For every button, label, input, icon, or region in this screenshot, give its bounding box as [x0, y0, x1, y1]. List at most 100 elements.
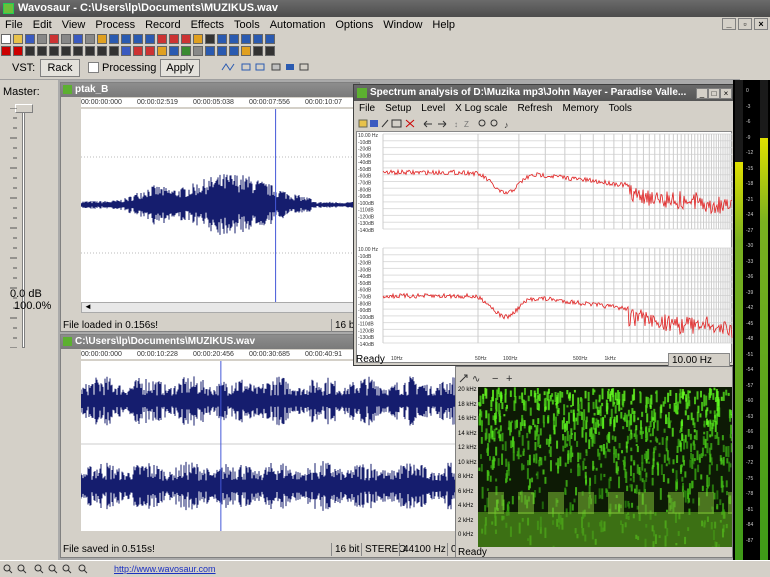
window-muzikus[interactable]: C:\Users\lp\Documents\MUZIKUS.wav 00:00:…: [60, 334, 460, 558]
transport-tool-icon-14[interactable]: [169, 46, 179, 56]
vu-meter-panel: 0 -3 -6 -9 -12 -15 -18 -21 -24 -27 -30 -33 -36 -39 -42…: [733, 80, 770, 560]
website-link[interactable]: http://www.wavosaur.com: [114, 564, 216, 574]
maximize-button[interactable]: ▫: [738, 18, 752, 30]
transport-tool-icon-9[interactable]: [109, 46, 119, 56]
main-tool-icon-8[interactable]: [97, 34, 107, 44]
transport-tool-icon-7[interactable]: [85, 46, 95, 56]
transport-tool-icon-13[interactable]: [157, 46, 167, 56]
spectrum-db-label: -110dB: [358, 208, 374, 214]
ptak-time-4: 00:00:10:07: [305, 99, 342, 106]
spectrum-maximize-button[interactable]: □: [708, 88, 720, 99]
main-tool-icon-11[interactable]: [133, 34, 143, 44]
spectrum-db-label: -130dB: [358, 335, 375, 341]
window-spectrum[interactable]: Spectrum analysis of D:\Muzika mp3\John …: [353, 84, 735, 368]
main-tool-icon-7[interactable]: [85, 34, 95, 44]
sonogram-freq-label: 20 kHz: [458, 387, 477, 393]
window-ptak[interactable]: ptak_B 00:00:00:000 00:00:02:519 00:00:0…: [60, 82, 360, 332]
ptak-time-1: 00:00:02:519: [137, 99, 178, 106]
spectrum-menu-tools[interactable]: Tools: [604, 102, 637, 116]
main-tool-icon-15[interactable]: [181, 34, 191, 44]
main-tool-icon-22[interactable]: [265, 34, 275, 44]
window-muzikus-title: C:\Users\lp\Documents\MUZIKUS.wav: [75, 336, 256, 347]
transport-tool-icon-2[interactable]: [25, 46, 35, 56]
main-tool-icon-6[interactable]: [73, 34, 83, 44]
transport-tool-icon-8[interactable]: [97, 46, 107, 56]
main-tool-icon-10[interactable]: [121, 34, 131, 44]
transport-tool-icon-21[interactable]: [253, 46, 263, 56]
vu-scale-label: -45: [746, 320, 754, 327]
close-button[interactable]: ×: [754, 18, 768, 30]
transport-tool-icon-20[interactable]: [241, 46, 251, 56]
main-tool-icon-13[interactable]: [157, 34, 167, 44]
sonogram-freq-label: 0 kHz: [458, 532, 474, 538]
spectrum-menu-x-log-scale[interactable]: X Log scale: [450, 102, 512, 116]
main-tool-icon-18[interactable]: [217, 34, 227, 44]
minimize-button[interactable]: _: [722, 18, 736, 30]
spectrum-db-label: -40dB: [358, 160, 372, 166]
main-tool-icon-14[interactable]: [169, 34, 179, 44]
ptak-hscrollbar[interactable]: ◄: [81, 302, 359, 313]
processing-checkbox[interactable]: [88, 62, 99, 73]
transport-tool-icon-17[interactable]: [205, 46, 215, 56]
spectrum-minimize-button[interactable]: _: [696, 88, 708, 99]
main-tool-icon-0[interactable]: [1, 34, 11, 44]
transport-tool-icon-22[interactable]: [265, 46, 275, 56]
transport-tool-icon-1[interactable]: [13, 46, 23, 56]
spectrum-db-label: 10.00 Hz: [358, 247, 379, 253]
rack-button[interactable]: Rack: [40, 59, 80, 77]
spectrum-menu-setup[interactable]: Setup: [380, 102, 416, 116]
spectrum-menu-file[interactable]: File: [354, 102, 380, 116]
vu-scale-label: -30: [746, 243, 754, 249]
spectrum-menu-level[interactable]: Level: [416, 102, 450, 116]
vu-scale-label: -12: [746, 150, 754, 156]
transport-tool-icon-0[interactable]: [1, 46, 11, 56]
master-slider-track[interactable]: [22, 108, 25, 348]
transport-tool-icon-18[interactable]: [217, 46, 227, 56]
main-tool-icon-3[interactable]: [37, 34, 47, 44]
edit-icons: [221, 63, 309, 71]
main-tool-icon-19[interactable]: [229, 34, 239, 44]
main-tool-icon-2[interactable]: [25, 34, 35, 44]
ptak-waveform[interactable]: [81, 109, 359, 302]
transport-tool-icon-10[interactable]: [121, 46, 131, 56]
transport-tool-icon-19[interactable]: [229, 46, 239, 56]
main-tool-icon-20[interactable]: [241, 34, 251, 44]
transport-tool-icon-3[interactable]: [37, 46, 47, 56]
window-ptak-titlebar[interactable]: ptak_B: [61, 83, 359, 97]
main-tool-icon-5[interactable]: [61, 34, 71, 44]
spectrum-titlebar[interactable]: Spectrum analysis of D:\Muzika mp3\John …: [354, 85, 734, 101]
sonogram-plot[interactable]: [478, 387, 732, 547]
main-tool-icon-21[interactable]: [253, 34, 263, 44]
transport-tool-icon-15[interactable]: [181, 46, 191, 56]
vu-scale-label: -84: [746, 522, 754, 528]
spectrum-menu-refresh[interactable]: Refresh: [512, 102, 557, 116]
transport-tool-icon-4[interactable]: [49, 46, 59, 56]
spectrum-close-button[interactable]: ×: [720, 88, 732, 99]
wave-icon: [63, 337, 72, 346]
transport-tool-icon-12[interactable]: [145, 46, 155, 56]
window-sonogram[interactable]: ∿ − + 20 kHz 18 kHz 16 kHz 14 kHz 12 kHz 10 k…: [455, 366, 733, 558]
spectrum-window-controls: _ □ ×: [696, 87, 732, 99]
transport-tool-icon-5[interactable]: [61, 46, 71, 56]
spectrum-menu-memory[interactable]: Memory: [557, 102, 603, 116]
spectrum-db-label: -70dB: [358, 181, 372, 187]
sonogram-freq-label: 4 kHz: [458, 503, 474, 509]
muzikus-waveform[interactable]: [81, 361, 459, 531]
main-tool-icon-9[interactable]: [109, 34, 119, 44]
apply-button[interactable]: Apply: [160, 59, 200, 77]
main-tool-icon-12[interactable]: [145, 34, 155, 44]
wave-icon: [63, 85, 72, 94]
main-tool-icon-1[interactable]: [13, 34, 23, 44]
main-tool-icon-4[interactable]: [49, 34, 59, 44]
transport-tool-icon-11[interactable]: [133, 46, 143, 56]
main-tool-icon-17[interactable]: [205, 34, 215, 44]
transport-tool-icon-16[interactable]: [193, 46, 203, 56]
transport-tool-icon-6[interactable]: [73, 46, 83, 56]
spectrum-plot[interactable]: 10.00 Hz -10dB -20dB -30dB -40dB -50dB -60dB -7…: [356, 131, 733, 363]
scroll-left-icon[interactable]: ◄: [84, 302, 92, 311]
master-db: 0.0 dB: [10, 288, 42, 300]
vst-label: VST:: [12, 62, 36, 74]
ptak-time-2: 00:00:05:038: [193, 99, 234, 106]
main-tool-icon-16[interactable]: [193, 34, 203, 44]
spectrum-db-label: -20dB: [358, 147, 372, 153]
